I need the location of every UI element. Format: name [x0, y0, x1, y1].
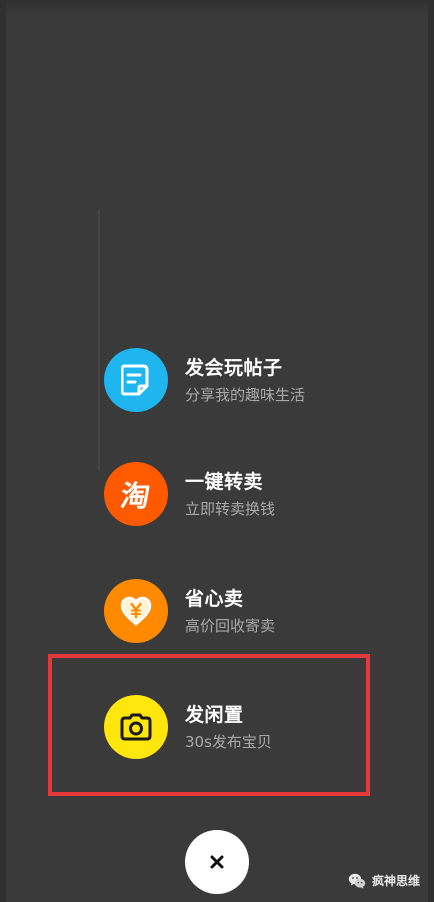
menu-item-title: 一键转卖	[185, 470, 264, 493]
menu-item-subtitle: 立即转卖换钱	[185, 499, 276, 518]
background-card-edge	[98, 210, 100, 470]
menu-item-text: 一键转卖 立即转卖换钱	[185, 470, 275, 519]
left-edge	[0, 0, 6, 902]
close-button[interactable]	[185, 830, 249, 894]
taobao-icon-glyph: 淘	[118, 479, 153, 513]
publish-menu-overlay: 发会玩帖子 分享我的趣味生活 淘 一键转卖 立即转卖换钱 省心卖 高价回收寄卖	[0, 0, 434, 902]
post-note-icon-graphic	[121, 364, 149, 396]
wechat-logo-icon	[348, 873, 366, 889]
menu-item-subtitle: 分享我的趣味生活	[185, 385, 306, 404]
menu-item-title: 发会玩帖子	[185, 356, 283, 379]
menu-item-worry-free-sell[interactable]: 省心卖 高价回收寄卖	[104, 577, 364, 645]
menu-item-one-click-resell[interactable]: 淘 一键转卖 立即转卖换钱	[104, 460, 364, 528]
yuan-heart-icon	[104, 579, 168, 643]
watermark: 疯神思维	[348, 872, 420, 890]
menu-item-subtitle: 高价回收寄卖	[185, 616, 276, 635]
highlight-annotation-box	[48, 654, 370, 796]
watermark-text: 疯神思维	[372, 874, 421, 888]
menu-item-post[interactable]: 发会玩帖子 分享我的趣味生活	[104, 346, 364, 414]
top-shadow	[6, 0, 428, 18]
taobao-icon: 淘	[104, 462, 168, 526]
post-note-icon	[104, 348, 168, 412]
close-icon	[210, 855, 224, 869]
menu-item-text: 发会玩帖子 分享我的趣味生活	[185, 356, 305, 405]
menu-item-text: 省心卖 高价回收寄卖	[185, 587, 275, 636]
yuan-heart-icon-graphic	[120, 596, 152, 626]
menu-item-title: 省心卖	[185, 587, 244, 610]
right-edge	[428, 0, 434, 902]
